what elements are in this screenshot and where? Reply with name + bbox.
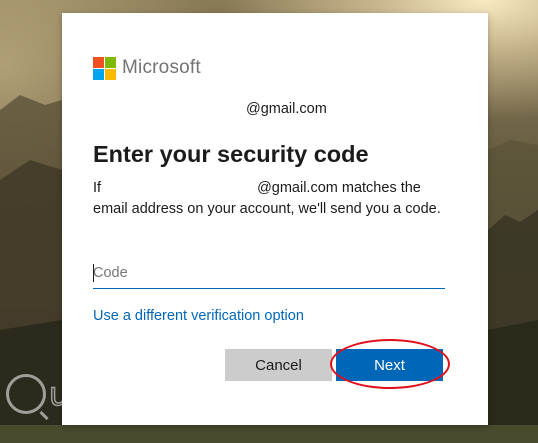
security-code-input[interactable] <box>93 258 445 289</box>
next-button[interactable]: Next <box>336 349 443 381</box>
account-identifier: @gmail.com <box>246 101 327 117</box>
microsoft-logo: Microsoft <box>93 56 201 80</box>
page-title: Enter your security code <box>93 141 369 167</box>
brand-name: Microsoft <box>122 57 201 78</box>
sign-in-card: Microsoft @gmail.com Enter your security… <box>62 13 488 425</box>
description-text: If @gmail.com matches the email address o… <box>93 178 443 220</box>
logo-square-blue <box>93 68 104 80</box>
text-caret <box>93 264 94 282</box>
description-email: @gmail.com <box>257 180 338 196</box>
watermark-q-icon <box>6 374 46 414</box>
microsoft-logo-icon <box>93 56 116 80</box>
logo-square-green <box>105 56 116 68</box>
different-verification-link[interactable]: Use a different verification option <box>93 308 304 324</box>
logo-square-red <box>93 56 104 68</box>
cancel-button[interactable]: Cancel <box>225 349 332 381</box>
description-prefix: If <box>93 180 102 196</box>
logo-square-yellow <box>105 68 116 80</box>
